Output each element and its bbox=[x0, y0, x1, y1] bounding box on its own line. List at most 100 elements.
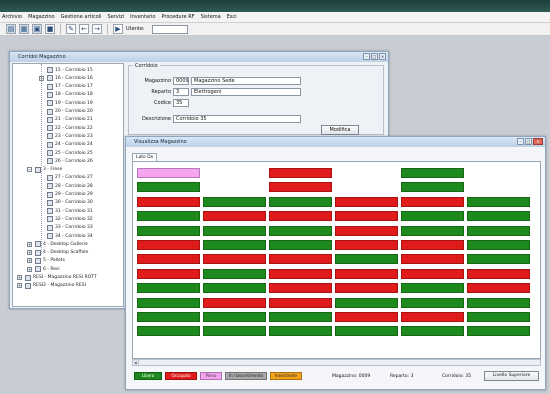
tree-node[interactable]: 30 - Corridoio 30 bbox=[47, 199, 93, 207]
shelf-cell[interactable] bbox=[203, 312, 266, 322]
shelf-cell[interactable] bbox=[401, 168, 464, 178]
shelf-cell[interactable] bbox=[137, 211, 200, 222]
tree-node[interactable]: 31 - Corridoio 31 bbox=[47, 207, 93, 215]
shelf-cell[interactable] bbox=[137, 168, 200, 178]
menu-item-esci[interactable]: Esci bbox=[227, 14, 237, 20]
department-code-field[interactable]: 3 bbox=[173, 88, 189, 96]
menu-item-gestione-articoli[interactable]: Gestione articoli bbox=[61, 14, 102, 20]
shelf-cell[interactable] bbox=[269, 225, 332, 236]
tools-icon[interactable]: ✎ bbox=[66, 24, 76, 34]
upper-level-button[interactable]: Livello Superiore bbox=[484, 371, 539, 381]
shelf-cell[interactable] bbox=[137, 182, 200, 193]
menu-item-magazzino[interactable]: Magazzino bbox=[28, 14, 54, 20]
shelf-cell[interactable] bbox=[137, 196, 200, 207]
form-icon[interactable]: ▣ bbox=[32, 24, 42, 34]
expand-icon[interactable]: + bbox=[27, 266, 32, 272]
shelf-cell[interactable] bbox=[467, 326, 530, 337]
warehouse-view-titlebar[interactable]: Visualizza Magazzino bbox=[126, 137, 545, 147]
tree-node[interactable]: 15 - Corridoio 15 bbox=[47, 66, 93, 74]
expand-icon[interactable]: − bbox=[27, 167, 32, 173]
shelf-cell[interactable] bbox=[269, 254, 332, 265]
shelf-cell[interactable] bbox=[269, 240, 332, 250]
back-icon[interactable]: ← bbox=[79, 24, 89, 34]
modify-button[interactable]: Modifica bbox=[321, 125, 359, 135]
shelf-cell[interactable] bbox=[137, 225, 200, 236]
shelf-cell[interactable] bbox=[203, 254, 266, 265]
save-icon[interactable]: ■ bbox=[45, 24, 55, 34]
tree-node[interactable]: 20 - Corridoio 20 bbox=[47, 108, 93, 116]
menu-item-sistema[interactable]: Sistema bbox=[201, 14, 221, 20]
tree-node[interactable]: 26 - Corridoio 26 bbox=[47, 157, 93, 165]
scroll-left-icon[interactable]: ◂ bbox=[133, 360, 139, 365]
shelf-cell[interactable] bbox=[137, 312, 200, 322]
shelf-cell[interactable] bbox=[137, 283, 200, 294]
shelf-cell[interactable] bbox=[401, 182, 464, 193]
tree-node[interactable]: 22 - Corridoio 22 bbox=[47, 124, 93, 132]
shelf-cell[interactable] bbox=[467, 240, 530, 250]
shelf-cell[interactable] bbox=[137, 297, 200, 308]
tree-node[interactable]: 29 - Corridoio 29 bbox=[47, 191, 93, 199]
description-field[interactable]: Corridoio 35 bbox=[173, 115, 301, 123]
shelf-cell[interactable] bbox=[335, 196, 398, 207]
shelf-cell[interactable] bbox=[467, 196, 530, 207]
warehouse-desc-field[interactable]: Magazzino Sede bbox=[191, 77, 301, 85]
menu-item-procedure-rf[interactable]: Procedure RF bbox=[162, 14, 195, 20]
shelf-cell[interactable] bbox=[335, 297, 398, 308]
shelf-cell[interactable] bbox=[401, 297, 464, 308]
expand-icon[interactable]: + bbox=[27, 258, 32, 264]
maximize-icon[interactable]: □ bbox=[525, 138, 532, 145]
shelf-cell[interactable] bbox=[467, 268, 530, 279]
shelf-cell[interactable] bbox=[401, 196, 464, 207]
shelf-cell[interactable] bbox=[401, 312, 464, 322]
tree-node[interactable]: 28 - Corridoio 28 bbox=[47, 182, 93, 190]
expand-icon[interactable]: + bbox=[27, 241, 32, 247]
tree-node[interactable]: 17 - Corridoio 17 bbox=[47, 83, 93, 91]
shelf-cell[interactable] bbox=[467, 283, 530, 294]
tree-node[interactable]: 3 - Frese bbox=[35, 166, 62, 174]
shelf-cell[interactable] bbox=[335, 254, 398, 265]
new-icon[interactable]: ▤ bbox=[6, 24, 16, 34]
shelf-cell[interactable] bbox=[269, 211, 332, 222]
menu-item-archivio[interactable]: Archivio bbox=[2, 14, 22, 20]
shelf-cell[interactable] bbox=[335, 225, 398, 236]
forward-icon[interactable]: → bbox=[92, 24, 102, 34]
corridor-tree[interactable]: 15 - Corridoio 15 16 - Corridoio 16 +17 - … bbox=[12, 63, 124, 307]
tree-node[interactable]: 32 - Corridoio 32 bbox=[47, 215, 93, 223]
shelf-cell[interactable] bbox=[467, 211, 530, 222]
minimize-icon[interactable]: – bbox=[363, 53, 370, 60]
expand-icon[interactable]: + bbox=[17, 283, 22, 289]
shelf-cell[interactable] bbox=[203, 297, 266, 308]
tree-node[interactable]: 18 - Corridoio 18 bbox=[47, 91, 93, 99]
tree-node[interactable]: 19 - Corridoio 19 bbox=[47, 99, 93, 107]
shelf-cell[interactable] bbox=[269, 283, 332, 294]
shelf-cell[interactable] bbox=[137, 326, 200, 337]
shelf-cell[interactable] bbox=[401, 268, 464, 279]
tree-node[interactable]: 34 - Corridoio 34 bbox=[47, 232, 93, 240]
minimize-icon[interactable]: – bbox=[517, 138, 524, 145]
warehouse-code-field[interactable]: 0009 bbox=[173, 77, 189, 85]
tree-node[interactable]: 4 - Desktop Scaffale bbox=[35, 249, 88, 257]
shelf-cell[interactable] bbox=[203, 268, 266, 279]
shelf-cell[interactable] bbox=[203, 211, 266, 222]
shelf-cell[interactable] bbox=[203, 225, 266, 236]
user-field[interactable] bbox=[151, 24, 188, 34]
tree-node[interactable]: 25 - Corridoio 25 bbox=[47, 149, 93, 157]
shelf-cell[interactable] bbox=[269, 182, 332, 193]
shelf-cell[interactable] bbox=[269, 268, 332, 279]
grid-icon[interactable]: ▦ bbox=[19, 24, 29, 34]
tree-node[interactable]: 4 - Desktop Gallerie bbox=[35, 240, 88, 248]
shelf-cell[interactable] bbox=[137, 268, 200, 279]
tab-right-side[interactable]: Lato Dx bbox=[132, 153, 158, 161]
shelf-cell[interactable] bbox=[401, 326, 464, 337]
shelf-cell[interactable] bbox=[467, 254, 530, 265]
menu-item-inventario[interactable]: Inventario bbox=[130, 14, 155, 20]
run-icon[interactable]: ▶ bbox=[113, 24, 123, 34]
shelf-cell[interactable] bbox=[401, 283, 464, 294]
shelf-cell[interactable] bbox=[203, 240, 266, 250]
shelf-cell[interactable] bbox=[269, 326, 332, 337]
tree-node[interactable]: 27 - Corridoio 27 bbox=[47, 174, 93, 182]
shelf-cell[interactable] bbox=[335, 211, 398, 222]
shelf-cell[interactable] bbox=[467, 297, 530, 308]
shelf-cell[interactable] bbox=[269, 297, 332, 308]
expand-icon[interactable]: + bbox=[17, 275, 22, 280]
